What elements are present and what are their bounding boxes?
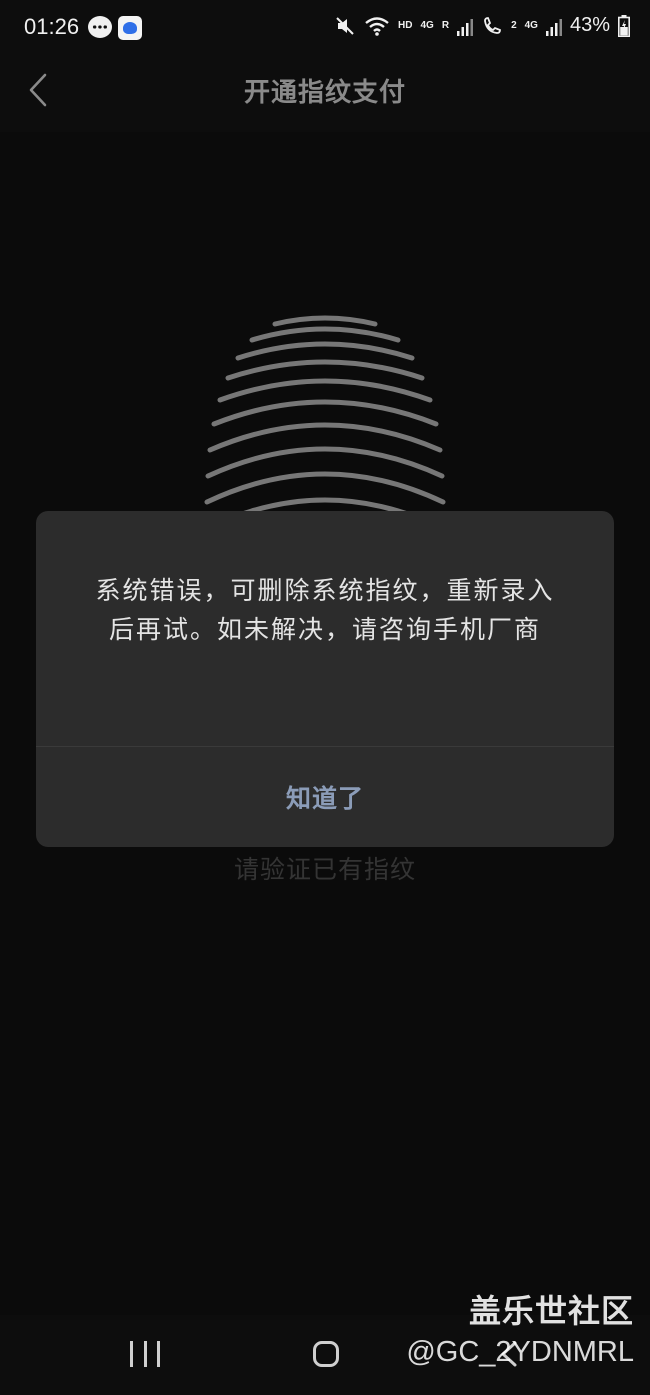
chat-notification-icon <box>88 16 112 38</box>
header-bar: 开通指纹支付 <box>0 58 650 132</box>
recent-bar-icon <box>143 1341 147 1367</box>
mute-icon <box>336 16 354 35</box>
battery-percent: 43% <box>569 14 610 36</box>
network2-label: 4G <box>524 20 538 31</box>
baidu-notification-icon <box>118 16 142 40</box>
signal-2-icon <box>545 18 562 36</box>
hd-label: HD <box>398 20 413 31</box>
watermark-user: @GC_2YDNMRL <box>406 1336 634 1368</box>
recent-bar-icon <box>157 1341 160 1367</box>
signal-icon <box>457 18 474 36</box>
page-title: 开通指纹支付 <box>243 78 406 108</box>
recent-bar-icon <box>130 1341 133 1367</box>
network-label: 4G <box>420 20 434 31</box>
wifi-icon <box>365 16 389 36</box>
watermark-site: 盖乐世社区 <box>468 1292 634 1330</box>
status-time: 01:26 <box>24 14 80 39</box>
status-bar: 01:26 HD 4G R 2 4G 43% <box>0 0 650 58</box>
confirm-button[interactable]: 知道了 <box>36 747 614 847</box>
wifi-calling-icon <box>484 16 501 34</box>
dialog-message: 系统错误，可删除系统指纹，重新录入后再试。如未解决，请咨询手机厂商 <box>95 576 555 644</box>
status-indicators: HD 4G R 2 4G 43% <box>334 14 630 37</box>
battery-charging-icon <box>618 14 630 37</box>
notification-icons <box>88 16 142 40</box>
sim2-label: 2 <box>511 20 517 31</box>
error-dialog: 系统错误，可删除系统指纹，重新录入后再试。如未解决，请咨询手机厂商 知道了 <box>36 511 614 847</box>
roaming-label: R <box>441 20 450 31</box>
home-button[interactable] <box>313 1341 339 1367</box>
recent-apps-button[interactable] <box>130 1341 160 1369</box>
